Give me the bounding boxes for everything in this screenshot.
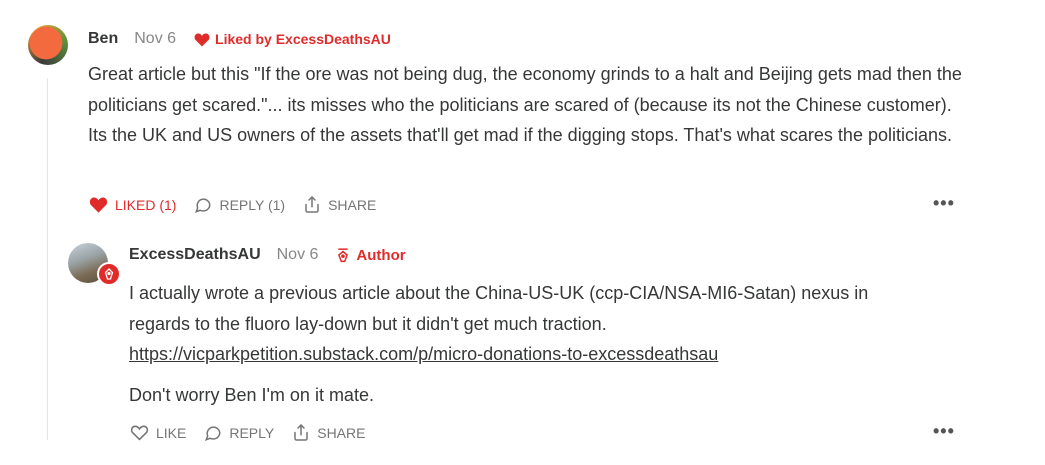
author-tag: Author: [336, 246, 406, 264]
heart-icon: [89, 197, 108, 213]
share-button[interactable]: SHARE: [292, 423, 365, 442]
comment-date[interactable]: Nov 6: [134, 30, 176, 48]
comment-body: Great article but this "If the ore was n…: [88, 59, 968, 151]
share-label: SHARE: [317, 424, 366, 441]
reply-actions: LIKE REPLY SHARE: [130, 423, 383, 442]
reply-paragraph: Don't worry Ben I'm on it mate.: [129, 384, 374, 405]
comment-author[interactable]: Ben: [88, 30, 118, 48]
author-label: Author: [356, 246, 406, 264]
more-options-button[interactable]: •••: [933, 193, 955, 214]
reply-paragraph: I actually wrote a previous article abou…: [129, 283, 869, 334]
avatar[interactable]: [28, 25, 68, 65]
heart-outline-icon: [130, 425, 149, 441]
reply-label: REPLY (1): [219, 196, 286, 213]
comment-text: Great article but this "If the ore was n…: [88, 64, 962, 145]
liked-by-text: Liked by ExcessDeathsAU: [215, 31, 391, 47]
reply-author[interactable]: ExcessDeathsAU: [129, 246, 261, 264]
speech-bubble-icon: [195, 197, 211, 213]
article-link[interactable]: https://vicparkpetition.substack.com/p/m…: [129, 344, 718, 364]
share-icon: [305, 196, 319, 213]
reply-date[interactable]: Nov 6: [277, 246, 319, 264]
like-button[interactable]: LIKED (1): [89, 196, 176, 213]
pen-nib-icon: [338, 248, 349, 263]
like-label: LIKED (1): [115, 196, 177, 213]
share-button[interactable]: SHARE: [303, 195, 376, 214]
author-badge-icon: [97, 262, 121, 286]
share-icon: [294, 424, 308, 441]
heart-icon: [194, 32, 210, 46]
comment-meta: Ben Nov 6 Liked by ExcessDeathsAU: [88, 30, 391, 48]
comment-actions: LIKED (1) REPLY (1) SHARE: [89, 195, 394, 214]
reply-body: I actually wrote a previous article abou…: [129, 278, 929, 410]
reply-button[interactable]: REPLY (1): [194, 196, 285, 214]
reply-label: REPLY: [229, 424, 275, 441]
like-label: LIKE: [156, 424, 187, 441]
speech-bubble-icon: [205, 425, 221, 441]
more-options-button[interactable]: •••: [933, 421, 955, 442]
reply-meta: ExcessDeathsAU Nov 6 Author: [129, 246, 406, 264]
like-button[interactable]: LIKE: [130, 424, 186, 441]
thread-line: [47, 78, 48, 440]
liked-by-badge: Liked by ExcessDeathsAU: [194, 31, 391, 47]
share-label: SHARE: [328, 196, 377, 213]
reply-button[interactable]: REPLY: [204, 424, 274, 442]
